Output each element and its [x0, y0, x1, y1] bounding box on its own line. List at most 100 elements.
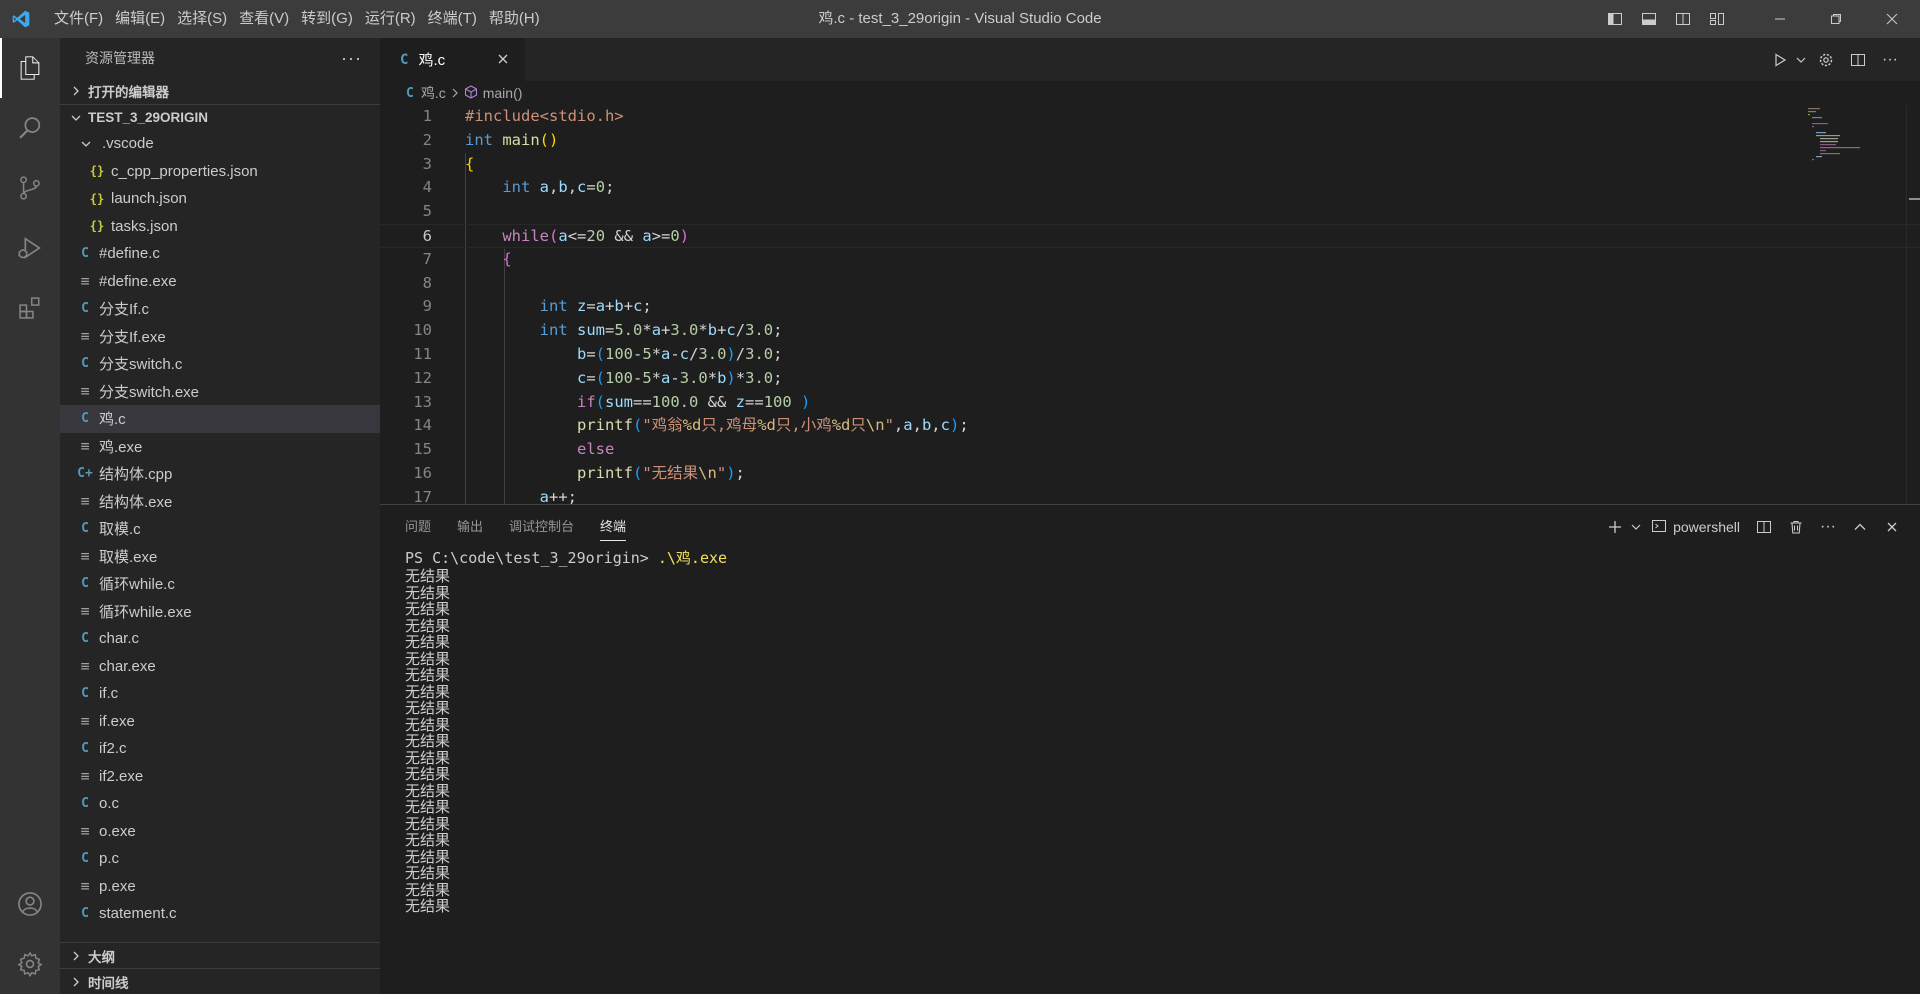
code-line: 15 else [380, 438, 1920, 462]
vscode-logo-icon [0, 0, 42, 38]
file-tree-item[interactable]: ≡ if2.exe [60, 763, 380, 791]
source-control-icon[interactable] [0, 158, 60, 218]
file-tree-item[interactable]: ≡ 分支If.exe [60, 323, 380, 351]
run-and-debug-icon[interactable] [0, 218, 60, 278]
run-options-chevron-down-icon[interactable] [1792, 45, 1810, 75]
exe-file-icon: ≡ [80, 382, 90, 401]
file-tree-item[interactable]: C 分支switch.c [60, 350, 380, 378]
file-tree-item[interactable]: C #define.c [60, 240, 380, 268]
toggle-primary-sidebar-icon[interactable] [1598, 0, 1632, 38]
file-tree-item[interactable]: ≡ o.exe [60, 818, 380, 846]
code-token: b [707, 321, 718, 340]
code-token: - [670, 344, 680, 363]
open-editors-section[interactable]: 打开的编辑器 [60, 78, 380, 104]
file-tree-item[interactable]: C 鸡.c [60, 405, 380, 433]
file-tree-item[interactable]: Cif2.c [60, 735, 380, 763]
file-tree-item[interactable]: ≡ 分支switch.exe [60, 378, 380, 406]
toggle-panel-icon[interactable] [1632, 0, 1666, 38]
minimap[interactable] [1806, 105, 1906, 215]
minimize-button[interactable] [1752, 0, 1808, 38]
exe-file-icon: ≡ [80, 272, 90, 291]
run-icon[interactable] [1768, 45, 1792, 75]
file-name: 结构体.exe [99, 493, 173, 511]
outline-section[interactable]: 大纲 [60, 942, 380, 968]
code-token: c [576, 368, 587, 387]
restore-button[interactable] [1808, 0, 1864, 38]
menu-item-6[interactable]: 终端(T) [422, 6, 483, 32]
code-token: == [745, 392, 764, 411]
file-tree-item[interactable]: ≡ #define.exe [60, 268, 380, 296]
more-actions-icon[interactable]: ··· [341, 48, 362, 69]
panel-tab-2[interactable]: 调试控制台 [509, 505, 574, 549]
maximize-panel-chevron-up-icon[interactable] [1844, 512, 1876, 542]
line-number: 6 [422, 226, 432, 245]
panel-tab-3[interactable]: 终端 [600, 505, 627, 549]
file-tree-item[interactable]: Cp.c [60, 845, 380, 873]
menu-item-7[interactable]: 帮助(H) [483, 6, 546, 32]
file-tree-item[interactable]: {} tasks.json [60, 213, 380, 241]
menu-item-0[interactable]: 文件(F) [48, 6, 109, 32]
file-tree-item[interactable]: {} c_cpp_properties.json [60, 158, 380, 186]
file-tree-item[interactable]: ≡ 鸡.exe [60, 433, 380, 461]
file-tree-item[interactable]: Cchar.c [60, 625, 380, 653]
code-line: 13 if(sum==100.0 && z==100 ) [380, 391, 1920, 415]
close-panel-icon[interactable] [1876, 512, 1908, 542]
settings-gear-icon[interactable] [1810, 45, 1842, 75]
extensions-icon[interactable] [0, 278, 60, 338]
terminal-selector[interactable]: powershell [1651, 518, 1740, 537]
terminal-output[interactable]: PS C:\code\test_3_29origin> .\鸡.exe 无结果无… [405, 549, 1905, 915]
code-editor[interactable]: 1 #include<stdio.h> 2 int main() 3{4 int a,b… [380, 105, 1920, 504]
toggle-secondary-sidebar-icon[interactable] [1666, 0, 1700, 38]
file-tree-item[interactable]: C 循环while.c [60, 570, 380, 598]
panel-tab-1[interactable]: 输出 [457, 505, 483, 549]
menu-item-1[interactable]: 编辑(E) [109, 6, 171, 32]
file-tree-item[interactable]: C 取模.c [60, 515, 380, 543]
timeline-section[interactable]: 时间线 [60, 968, 380, 994]
customize-layout-icon[interactable] [1700, 0, 1734, 38]
exe-file-icon: ≡ [80, 492, 90, 511]
accounts-icon[interactable] [0, 874, 60, 934]
code-token: int [465, 130, 493, 149]
search-icon[interactable] [0, 98, 60, 158]
terminal-options-chevron-down-icon[interactable] [1627, 512, 1645, 542]
split-editor-icon[interactable] [1842, 45, 1874, 75]
code-token: b [576, 344, 587, 363]
file-tree-item[interactable]: Co.c [60, 790, 380, 818]
folder-section[interactable]: TEST_3_29ORIGIN [60, 104, 380, 130]
file-tree-item[interactable]: .vscode [60, 130, 380, 158]
split-terminal-icon[interactable] [1748, 512, 1780, 542]
code-token: ( [632, 416, 643, 435]
breadcrumb-file[interactable]: 鸡.c [421, 83, 446, 103]
tab-chicken-c[interactable]: C 鸡.c [380, 38, 525, 81]
file-tree-item[interactable]: ≡ 循环while.exe [60, 598, 380, 626]
new-terminal-plus-icon[interactable] [1603, 512, 1627, 542]
breadcrumb-symbol[interactable]: main() [483, 85, 523, 101]
file-tree-item[interactable]: {} launch.json [60, 185, 380, 213]
code-token: %d [757, 416, 776, 435]
code-token: 0 [670, 226, 680, 245]
menu-item-5[interactable]: 运行(R) [359, 6, 422, 32]
file-tree-item[interactable]: ≡ char.exe [60, 653, 380, 681]
more-actions-icon[interactable]: ··· [1812, 512, 1844, 542]
file-tree-item[interactable]: Cstatement.c [60, 900, 380, 928]
manage-gear-icon[interactable] [0, 934, 60, 994]
kill-terminal-trash-icon[interactable] [1780, 512, 1812, 542]
editor-scrollbar[interactable] [1906, 105, 1920, 504]
code-token: "鸡翁 [642, 416, 683, 435]
file-tree-item[interactable]: ≡ p.exe [60, 873, 380, 901]
file-tree-item[interactable]: ≡ 取模.exe [60, 543, 380, 571]
close-icon[interactable] [495, 51, 511, 67]
file-tree-item[interactable]: C+ 结构体.cpp [60, 460, 380, 488]
close-window-button[interactable] [1864, 0, 1920, 38]
panel-tab-0[interactable]: 问题 [405, 505, 431, 549]
menu-item-2[interactable]: 选择(S) [171, 6, 233, 32]
more-actions-icon[interactable]: ··· [1874, 45, 1906, 75]
file-tree-item[interactable]: C 分支If.c [60, 295, 380, 323]
file-tree-item[interactable]: ≡ if.exe [60, 708, 380, 736]
file-tree-item[interactable]: Cif.c [60, 680, 380, 708]
explorer-icon[interactable] [0, 38, 60, 98]
menu-item-3[interactable]: 查看(V) [233, 6, 295, 32]
file-tree-item[interactable]: ≡ 结构体.exe [60, 488, 380, 516]
menu-item-4[interactable]: 转到(G) [295, 6, 359, 32]
c-file-icon: C [81, 411, 89, 427]
